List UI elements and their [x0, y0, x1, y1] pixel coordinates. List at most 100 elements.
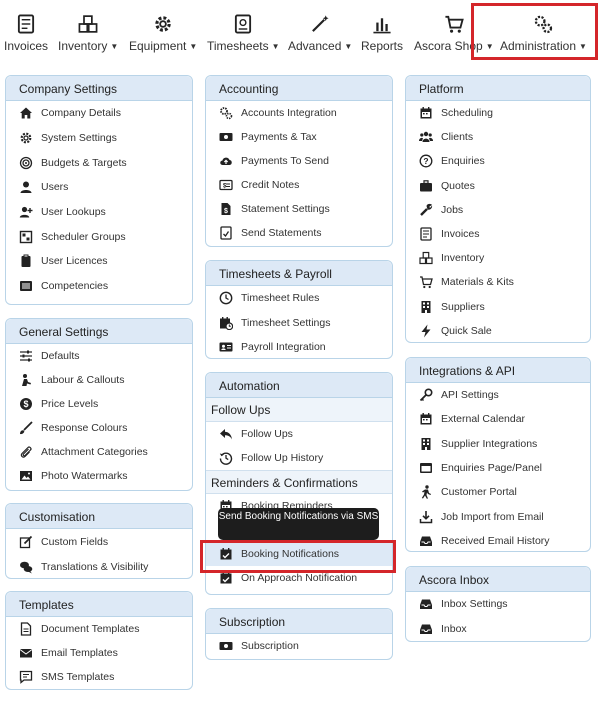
menu-item-label: Translations & Visibility	[41, 560, 149, 573]
timesheet-icon	[232, 13, 254, 35]
menu-item-inbox-settings[interactable]: Inbox Settings	[406, 592, 590, 617]
menu-item-clients[interactable]: Clients	[406, 125, 590, 149]
menu-item-system-settings[interactable]: System Settings	[6, 126, 192, 151]
menu-item-supplier-integrations[interactable]: Supplier Integrations	[406, 432, 590, 456]
calendar-icon	[419, 412, 433, 426]
menu-item-follow-ups[interactable]: Follow Ups	[206, 422, 392, 446]
menu-item-payments-to-send[interactable]: Payments To Send	[206, 149, 392, 173]
calendar-clock-icon	[219, 316, 233, 330]
panel-platform: Platform Scheduling Clients? Enquiries Quot…	[405, 75, 591, 343]
menu-item-label: Subscription	[241, 640, 299, 652]
menu-item-api-settings[interactable]: API Settings	[406, 383, 590, 407]
menu-item-external-calendar[interactable]: External Calendar	[406, 407, 590, 431]
menu-item-label: SMS Templates	[41, 671, 115, 683]
inbox-icon	[419, 597, 433, 611]
menu-item-label: User Lookups	[41, 206, 106, 219]
menu-item-custom-fields[interactable]: Custom Fields	[6, 529, 192, 554]
menu-item-user-lookups[interactable]: User Lookups	[6, 200, 192, 225]
menu-item-label: Email Templates	[41, 647, 118, 659]
panel-company-settings: Company Settings Company Details System S…	[5, 75, 193, 305]
home-icon	[19, 106, 33, 120]
menu-item-statement-settings[interactable]: $ Statement Settings	[206, 197, 392, 221]
menu-item-budgets-and-targets[interactable]: Budgets & Targets	[6, 150, 192, 175]
subsection-follow-ups: Follow Ups	[206, 398, 392, 422]
menu-item-payroll-integration[interactable]: Payroll Integration	[206, 335, 392, 360]
menu-item-inbox[interactable]: Inbox	[406, 617, 590, 642]
booking-notifications-highlight-box	[200, 540, 396, 573]
clipboard-icon	[19, 254, 33, 268]
menu-item-translations-and-visibility[interactable]: Translations & Visibility	[6, 554, 192, 579]
nav-reports[interactable]: Reports	[361, 0, 403, 62]
menu-item-labour-and-callouts[interactable]: Labour & Callouts	[6, 368, 192, 392]
nav-advanced[interactable]: Advanced ▼	[288, 0, 352, 62]
menu-item-document-templates[interactable]: Document Templates	[6, 617, 192, 641]
menu-item-customer-portal[interactable]: Customer Portal	[406, 480, 590, 504]
menu-item-credit-notes[interactable]: $ Credit Notes	[206, 173, 392, 197]
building-icon	[419, 437, 433, 451]
svg-text:$: $	[23, 399, 28, 409]
menu-item-follow-up-history[interactable]: Follow Up History	[206, 446, 392, 470]
menu-item-company-details[interactable]: Company Details	[6, 101, 192, 126]
menu-item-suppliers[interactable]: Suppliers	[406, 295, 590, 319]
menu-item-competencies[interactable]: Competencies	[6, 274, 192, 299]
menu-item-label: Scheduling	[441, 107, 493, 120]
menu-item-label: Scheduler Groups	[41, 230, 126, 243]
menu-item-accounts-integration[interactable]: Accounts Integration	[206, 101, 392, 125]
menu-item-scheduling[interactable]: Scheduling	[406, 101, 590, 125]
menu-item-price-levels[interactable]: $ Price Levels	[6, 392, 192, 416]
menu-item-inventory[interactable]: Inventory	[406, 246, 590, 270]
menu-item-user-licences[interactable]: User Licences	[6, 249, 192, 274]
money-icon	[219, 130, 233, 144]
menu-item-enquiries-page-panel[interactable]: Enquiries Page/Panel	[406, 456, 590, 480]
nav-label: Reports	[361, 39, 404, 53]
nav-equipment[interactable]: Equipment ▼	[129, 0, 197, 62]
caret-down-icon: ▼	[110, 42, 119, 51]
menu-item-job-import-from-email[interactable]: Job Import from Email	[406, 504, 590, 528]
list-icon	[19, 279, 33, 293]
menu-item-response-colours[interactable]: Response Colours	[6, 416, 192, 440]
menu-item-timesheet-rules[interactable]: Timesheet Rules	[206, 286, 392, 311]
menu-item-label: Labour & Callouts	[41, 374, 125, 386]
menu-item-scheduler-groups[interactable]: Scheduler Groups	[6, 224, 192, 249]
menu-item-label: Payroll Integration	[241, 341, 326, 354]
inbox-history-icon	[419, 534, 433, 548]
panel-title: Subscription	[206, 609, 392, 634]
svg-text:?: ?	[423, 157, 428, 167]
menu-item-photo-watermarks[interactable]: Photo Watermarks	[6, 464, 192, 488]
menu-item-users[interactable]: Users	[6, 175, 192, 200]
menu-item-enquiries[interactable]: ? Enquiries	[406, 149, 590, 173]
menu-item-subscription[interactable]: Subscription	[206, 634, 392, 658]
nav-inventory[interactable]: Inventory ▼	[58, 0, 118, 62]
menu-item-label: Credit Notes	[241, 179, 300, 191]
nav-timesheets[interactable]: Timesheets ▼	[207, 0, 280, 62]
menu-item-jobs[interactable]: Jobs	[406, 198, 590, 222]
menu-item-label: Budgets & Targets	[41, 156, 127, 169]
menu-item-send-statements[interactable]: Send Statements	[206, 221, 392, 245]
edit-icon	[19, 535, 33, 549]
menu-item-quick-sale[interactable]: Quick Sale	[406, 319, 590, 343]
menu-item-label: Job Import from Email	[441, 510, 544, 523]
nav-invoices[interactable]: Invoices	[4, 0, 48, 62]
menu-item-materials-and-kits[interactable]: Materials & Kits	[406, 270, 590, 294]
paint-brush-icon	[19, 421, 33, 435]
panel-title: General Settings	[6, 319, 192, 344]
menu-item-timesheet-settings[interactable]: Timesheet Settings	[206, 311, 392, 336]
menu-item-email-templates[interactable]: Email Templates	[6, 641, 192, 665]
menu-item-label: Defaults	[41, 350, 80, 362]
menu-item-attachment-categories[interactable]: Attachment Categories	[6, 440, 192, 464]
bolt-icon	[419, 324, 433, 338]
gear-icon	[152, 13, 174, 35]
document-icon	[19, 622, 33, 636]
worker-icon	[19, 373, 33, 387]
menu-item-invoices[interactable]: Invoices	[406, 222, 590, 246]
menu-item-sms-templates[interactable]: SMS Templates	[6, 665, 192, 689]
menu-item-label: Response Colours	[41, 422, 128, 434]
panel-accounting: Accounting Accounts Integration Payments …	[205, 75, 393, 247]
menu-item-defaults[interactable]: Defaults	[6, 344, 192, 368]
administration-highlight-box	[471, 3, 598, 60]
boxes-icon	[419, 251, 433, 265]
menu-item-payments-and-tax[interactable]: Payments & Tax	[206, 125, 392, 149]
menu-item-received-email-history[interactable]: Received Email History	[406, 529, 590, 553]
menu-item-label: Company Details	[41, 107, 121, 120]
menu-item-quotes[interactable]: Quotes	[406, 174, 590, 198]
